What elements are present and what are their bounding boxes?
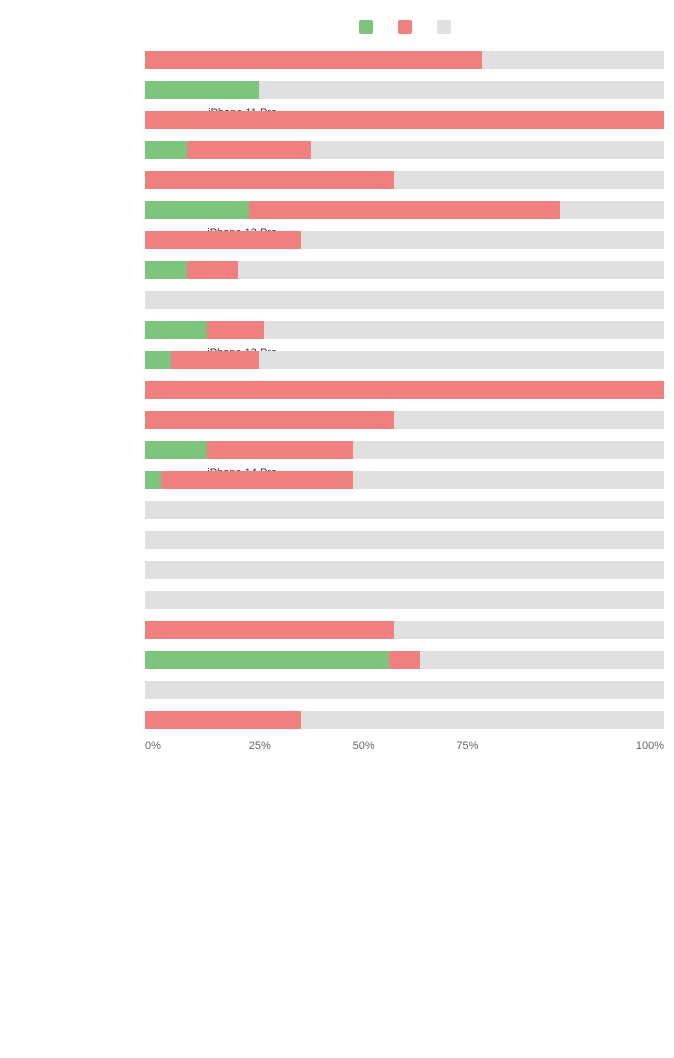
chart-area: iPhone 11iPhone 11 ProiPhone 11 ProMaxiP… xyxy=(0,46,674,734)
legend-color-gray xyxy=(437,20,451,34)
bar-segment-green xyxy=(145,201,249,219)
bar-row: iPhone X xyxy=(145,616,664,644)
bar-row: iPhone SE 第3代 xyxy=(145,586,664,614)
bar-row: iPhone 12 ProMax xyxy=(145,226,664,254)
bar-container xyxy=(145,711,664,729)
bar-container xyxy=(145,81,664,99)
bar-container xyxy=(145,111,664,129)
bar-segment-pink xyxy=(161,471,353,489)
bar-container xyxy=(145,591,664,609)
bar-segment-green xyxy=(145,81,259,99)
bar-container xyxy=(145,231,664,249)
bar-segment-pink xyxy=(145,711,301,729)
bar-container xyxy=(145,321,664,339)
bar-container xyxy=(145,171,664,189)
bar-row: iPhone 14 Pro xyxy=(145,436,664,464)
x-tick: 0% xyxy=(145,740,249,752)
bar-row: iPhone 8 xyxy=(145,496,664,524)
bar-segment-pink xyxy=(145,111,664,129)
bar-row: iPhone 13 Pro xyxy=(145,316,664,344)
bar-row: iPhone 11 xyxy=(145,46,664,74)
bar-container xyxy=(145,471,664,489)
bar-row: iPhone 13 ProMax xyxy=(145,346,664,374)
bar-container xyxy=(145,681,664,699)
bar-container xyxy=(145,51,664,69)
bar-segment-green xyxy=(145,141,187,159)
bar-row: iPhone 14 xyxy=(145,376,664,404)
bar-segment-pink xyxy=(145,411,394,429)
legend xyxy=(0,20,674,34)
bar-container xyxy=(145,441,664,459)
bar-row: iPhone XR xyxy=(145,646,664,674)
bar-segment-pink xyxy=(187,261,239,279)
x-tick: 100% xyxy=(560,740,664,752)
bar-row: iPhone 13 mini xyxy=(145,286,664,314)
bar-segment-pink xyxy=(145,381,664,399)
bar-segment-pink xyxy=(207,321,264,339)
x-tick: 75% xyxy=(456,740,560,752)
bar-segment-green xyxy=(145,261,187,279)
bar-container xyxy=(145,291,664,309)
bar-segment-pink xyxy=(145,621,394,639)
bar-container xyxy=(145,201,664,219)
bar-container xyxy=(145,531,664,549)
rows-wrapper: iPhone 11iPhone 11 ProiPhone 11 ProMaxiP… xyxy=(145,46,664,734)
bar-container xyxy=(145,351,664,369)
bar-segment-pink xyxy=(171,351,259,369)
legend-color-green xyxy=(359,20,373,34)
x-axis: 0%25%50%75%100% xyxy=(0,740,674,752)
bar-container xyxy=(145,261,664,279)
bar-container xyxy=(145,561,664,579)
legend-item-green xyxy=(359,20,378,34)
bar-row: iPhone 8 Plus xyxy=(145,526,664,554)
bar-row: iPhone XS Max xyxy=(145,706,664,734)
bar-row: iPhone 14 ProMax xyxy=(145,466,664,494)
chart-container: iPhone 11iPhone 11 ProiPhone 11 ProMaxiP… xyxy=(0,10,674,782)
bar-row: iPhone SE 第2代 xyxy=(145,556,664,584)
legend-color-pink xyxy=(398,20,412,34)
bar-segment-pink xyxy=(187,141,312,159)
bar-segment-green xyxy=(145,651,389,669)
bar-segment-pink xyxy=(207,441,352,459)
bar-segment-green xyxy=(145,471,161,489)
bar-row: iPhone 13 xyxy=(145,256,664,284)
x-tick: 50% xyxy=(353,740,457,752)
bar-container xyxy=(145,381,664,399)
bar-segment-pink xyxy=(389,651,420,669)
bar-row: iPhone 11 ProMax xyxy=(145,106,664,134)
bar-container xyxy=(145,141,664,159)
legend-item-gray xyxy=(437,20,456,34)
bar-container xyxy=(145,621,664,639)
bar-row: iPhone XS xyxy=(145,676,664,704)
bar-segment-pink xyxy=(145,171,394,189)
bar-segment-pink xyxy=(145,51,482,69)
bar-segment-pink xyxy=(145,231,301,249)
bar-segment-green xyxy=(145,351,171,369)
bar-row: iPhone 12 mini xyxy=(145,166,664,194)
x-tick: 25% xyxy=(249,740,353,752)
bar-container xyxy=(145,501,664,519)
bar-segment-green xyxy=(145,321,207,339)
bar-row: iPhone 14 Plus xyxy=(145,406,664,434)
bar-row: iPhone 12 Pro xyxy=(145,196,664,224)
legend-item-pink xyxy=(398,20,417,34)
bar-container xyxy=(145,651,664,669)
bar-container xyxy=(145,411,664,429)
bar-segment-green xyxy=(145,441,207,459)
bar-row: iPhone 12 xyxy=(145,136,664,164)
bar-segment-pink xyxy=(249,201,560,219)
bar-row: iPhone 11 Pro xyxy=(145,76,664,104)
